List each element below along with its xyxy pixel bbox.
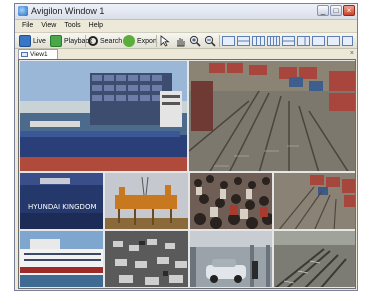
toolbar-separator (219, 35, 220, 47)
camera-tile-2[interactable] (188, 60, 355, 172)
menu-tools[interactable]: Tools (64, 20, 80, 31)
title-bar: Avigilon Window 1 _ □ × (15, 4, 357, 20)
app-window: Avigilon Window 1 _ □ × File View Tools … (14, 3, 358, 291)
layout-1x1-icon[interactable] (222, 36, 235, 46)
app-logo-icon (18, 6, 28, 16)
maximize-button[interactable]: □ (330, 5, 342, 16)
camera-tile-1[interactable] (19, 60, 188, 172)
zoom-out-icon[interactable] (204, 35, 216, 47)
search-label: Search (100, 37, 123, 45)
camera-tile-10[interactable] (273, 230, 355, 288)
camera-feed-2 (189, 61, 355, 171)
close-tab-icon[interactable]: × (350, 49, 354, 59)
camera-tile-4[interactable] (104, 172, 189, 230)
view-icon (21, 52, 28, 57)
close-button[interactable]: × (343, 5, 355, 16)
camera-tile-7[interactable] (19, 230, 104, 288)
tab-label: View1 (30, 51, 48, 58)
live-button[interactable]: Live (19, 34, 46, 48)
toolbar-separator (85, 35, 86, 47)
live-label: Live (33, 37, 46, 45)
zoom-in-icon[interactable] (189, 35, 201, 47)
minimize-button[interactable]: _ (317, 5, 329, 16)
toolbar: Live Playback Search Export (15, 32, 357, 49)
menu-view[interactable]: View (41, 20, 56, 31)
layout-custom-icon[interactable] (312, 36, 325, 46)
camera-tile-3[interactable]: HYUNDAI KINGDOM (19, 172, 104, 230)
toolbar-separator (156, 35, 157, 47)
ship-caption: HYUNDAI KINGDOM (28, 203, 97, 211)
camera-tile-5[interactable] (189, 172, 273, 230)
live-icon (19, 35, 31, 47)
camera-view-grid: HYUNDAI KINGDOM (18, 59, 356, 289)
search-button[interactable]: Search (88, 34, 122, 48)
camera-tile-6[interactable] (273, 172, 355, 230)
export-label: Export (137, 37, 158, 45)
pointer-icon[interactable] (159, 35, 171, 47)
tab-view1[interactable]: View1 (18, 49, 58, 59)
window-title: Avigilon Window 1 (31, 6, 105, 16)
playback-icon (50, 35, 62, 47)
menu-help[interactable]: Help (89, 20, 103, 31)
camera-tile-8[interactable] (104, 230, 189, 288)
camera-feed-9 (190, 231, 272, 287)
menu-bar: File View Tools Help (15, 20, 357, 31)
pan-hand-icon[interactable] (174, 35, 186, 47)
playback-button[interactable]: Playback (50, 34, 92, 48)
layout-3x3-icon[interactable] (252, 36, 265, 46)
camera-feed-5 (190, 173, 272, 229)
layout-more-icon[interactable] (342, 36, 353, 46)
layout-1-plus-7-icon[interactable] (297, 36, 310, 46)
search-icon (88, 36, 98, 46)
layout-2x2-icon[interactable] (237, 36, 250, 46)
export-button[interactable]: Export (123, 34, 157, 48)
menu-file[interactable]: File (22, 20, 33, 31)
layout-1-plus-5-icon[interactable] (282, 36, 295, 46)
camera-feed-1 (20, 61, 187, 171)
camera-feed-10 (274, 231, 355, 287)
camera-feed-6 (274, 173, 355, 229)
layout-4x4-icon[interactable] (267, 36, 280, 46)
camera-feed-4 (105, 173, 188, 229)
camera-feed-8 (105, 231, 188, 287)
camera-tile-9[interactable] (189, 230, 273, 288)
view-tab-strip: View1 × (15, 49, 357, 59)
camera-feed-3: HYUNDAI KINGDOM (20, 173, 103, 229)
export-icon (123, 35, 135, 47)
layout-wide-icon[interactable] (327, 36, 340, 46)
camera-feed-7 (20, 231, 103, 287)
